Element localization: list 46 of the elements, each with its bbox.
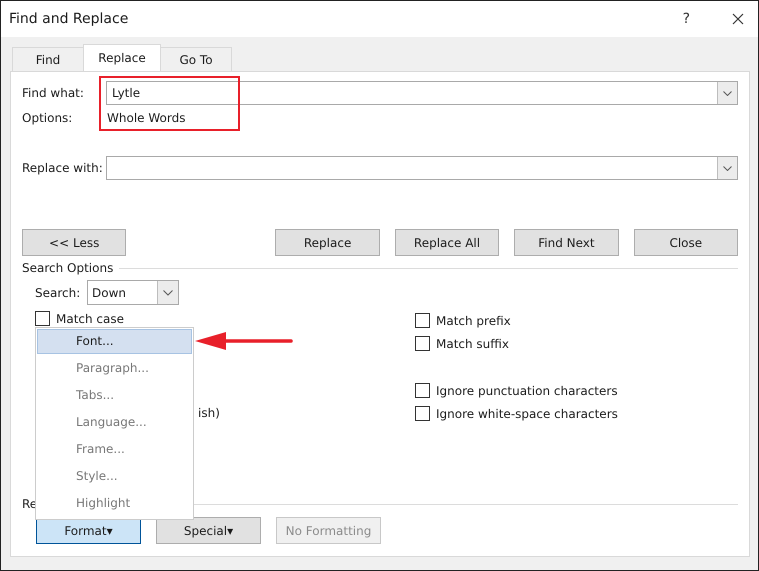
close-icon <box>732 13 744 25</box>
arrow-icon <box>195 331 293 351</box>
replace-with-field[interactable] <box>106 156 738 180</box>
tab[interactable]: Find <box>12 47 84 71</box>
format-button[interactable]: Special▾ <box>156 517 261 544</box>
checkbox-label: Ignore punctuation characters <box>436 384 618 398</box>
checkbox-label: Match suffix <box>436 336 509 350</box>
checkbox[interactable] <box>415 406 430 421</box>
menu-item[interactable]: Highlight <box>37 491 192 516</box>
dropdown-button[interactable] <box>717 82 737 104</box>
options-label: Options: <box>22 111 74 125</box>
chevron-icon <box>163 290 173 296</box>
menu-item[interactable]: Language... <box>37 410 192 435</box>
dialog-button[interactable]: Close <box>634 229 738 256</box>
checkbox[interactable] <box>415 336 430 351</box>
checkbox-label: ish) <box>198 406 220 420</box>
chevron-icon <box>723 166 732 170</box>
checkbox-label: Ignore white-space characters <box>436 406 618 420</box>
dialog-button[interactable]: Find Next <box>514 229 619 256</box>
checkbox-label: Match prefix <box>436 314 511 328</box>
options-value: Whole Words <box>106 111 186 125</box>
tab[interactable]: Replace <box>83 44 161 71</box>
dialog-button[interactable]: Replace All <box>394 229 500 256</box>
section-title: Search Options <box>22 261 114 275</box>
dropdown-button[interactable] <box>717 157 737 179</box>
help-button[interactable]: ? <box>682 11 690 27</box>
menu-item[interactable]: Tabs... <box>37 383 192 408</box>
checkbox[interactable] <box>415 383 430 398</box>
search-label: Search: <box>35 286 82 300</box>
window-title: Find and Replace <box>9 11 130 27</box>
chevron-icon <box>723 90 732 96</box>
menu-item[interactable]: Frame... <box>37 437 192 462</box>
menu-item[interactable]: Style... <box>37 464 192 489</box>
search-direction-select[interactable]: Down <box>87 280 179 305</box>
close-button[interactable] <box>732 13 744 25</box>
checkbox-label: Match case <box>56 312 124 326</box>
tab[interactable]: Go To <box>160 47 232 71</box>
checkbox[interactable] <box>35 311 50 326</box>
checkbox[interactable] <box>415 313 430 328</box>
dialog-button[interactable]: Replace <box>275 229 380 256</box>
field-label: Replace with: <box>22 161 104 175</box>
menu-item[interactable]: Paragraph... <box>37 356 192 381</box>
menu-item[interactable]: Font... <box>37 329 192 354</box>
find-what-field[interactable]: Lytle <box>106 81 738 105</box>
dialog-button[interactable]: << Less <box>22 229 126 256</box>
field-label: Find what: <box>22 86 85 100</box>
